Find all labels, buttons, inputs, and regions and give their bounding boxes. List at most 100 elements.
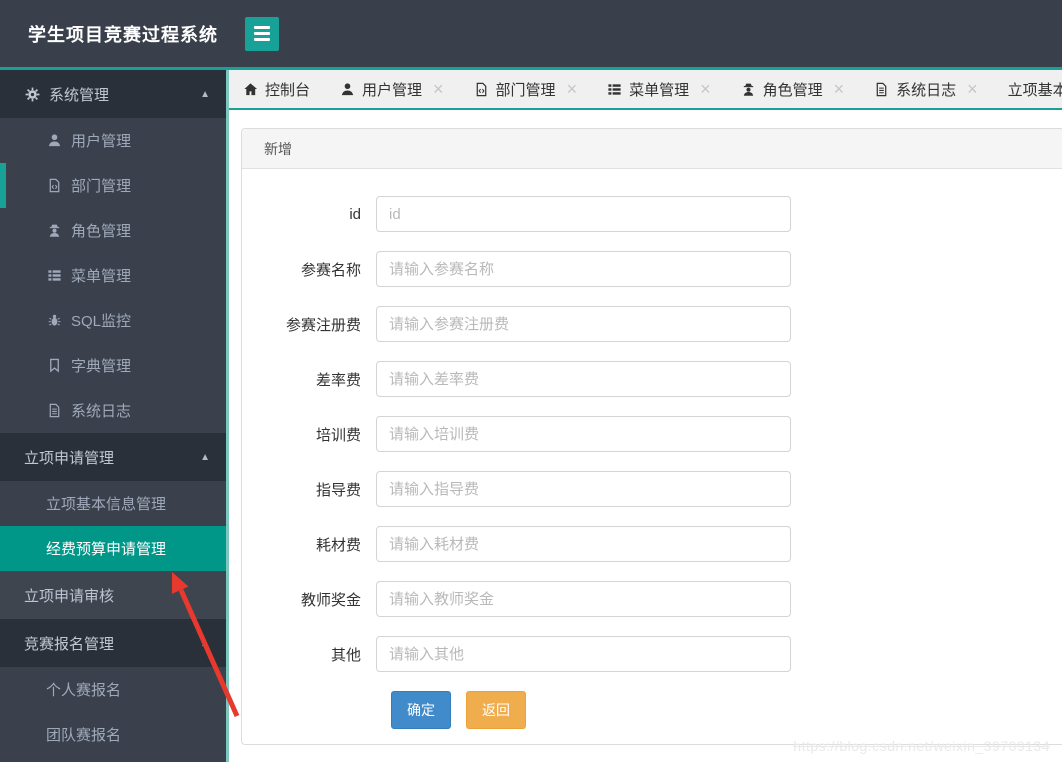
sidebar-item-label: 个人赛报名: [46, 682, 122, 699]
sidebar-item-menu-management[interactable]: 菜单管理: [0, 253, 226, 298]
app-title: 学生项目竞赛过程系统: [28, 24, 218, 45]
content-area: 新增 id 参赛名称 参赛注册费 差率费: [229, 110, 1062, 762]
close-icon[interactable]: ×: [433, 80, 444, 98]
field-label: 参赛名称: [300, 261, 361, 279]
tab-console[interactable]: 控制台: [231, 70, 322, 108]
sidebar-item-label: 部门管理: [71, 178, 132, 195]
chevron-up-icon: ▲: [200, 451, 210, 463]
role-icon: [741, 82, 756, 97]
guidance-fee-field[interactable]: [376, 471, 791, 507]
home-icon: [243, 82, 258, 97]
add-new-form: id 参赛名称 参赛注册费 差率费: [242, 169, 1062, 744]
file-text-icon: [46, 403, 62, 419]
sidebar-item-system-log[interactable]: 系统日志: [0, 388, 226, 433]
sidebar-item-label: SQL监控: [71, 313, 132, 330]
form-row-registration-fee: 参赛注册费: [242, 306, 1062, 342]
sidebar-item-label: 经费预算申请管理: [46, 541, 167, 558]
form-row-training-fee: 培训费: [242, 416, 1062, 452]
bookmark-icon: [46, 358, 62, 374]
chevron-up-icon: ▲: [200, 637, 210, 649]
tab-system-log[interactable]: 系统日志 ×: [862, 70, 990, 108]
sidebar-item-project-basic-info[interactable]: 立项基本信息管理: [0, 481, 226, 526]
chevron-up-icon: ▲: [200, 88, 210, 100]
sidebar-item-label: 立项基本信息管理: [46, 496, 167, 513]
sidebar-item-label: 用户管理: [71, 133, 132, 150]
field-label: 参赛注册费: [285, 316, 361, 334]
teacher-bonus-field[interactable]: [376, 581, 791, 617]
field-label: 其他: [330, 646, 361, 664]
form-row-materials-fee: 耗材费: [242, 526, 1062, 562]
file-text-icon: [874, 82, 889, 97]
user-icon: [46, 133, 62, 149]
form-actions: 确定 返回: [242, 691, 1062, 729]
close-icon[interactable]: ×: [967, 80, 978, 98]
sidebar-item-competition-registration-management[interactable]: 竞赛报名管理 ▲: [0, 619, 226, 667]
form-row-teacher-bonus: 教师奖金: [242, 581, 1062, 617]
form-row-competition-name: 参赛名称: [242, 251, 1062, 287]
sidebar-nav: 系统管理 ▲ 用户管理 部门管理 角色管理 菜单管理 SQL监控 字典管理 系统…: [0, 70, 229, 762]
close-icon[interactable]: ×: [567, 80, 578, 98]
form-row-guidance-fee: 指导费: [242, 471, 1062, 507]
field-label: id: [349, 205, 361, 223]
sidebar-item-system-management[interactable]: 系统管理 ▲: [0, 70, 226, 118]
open-tabs-bar: 控制台 用户管理 × 部门管理 × 菜单管理 × 角色管理 × 系统日志 × 立…: [229, 70, 1062, 110]
file-code-icon: [474, 82, 489, 97]
form-row-id: id: [242, 196, 1062, 232]
user-icon: [340, 82, 355, 97]
confirm-button[interactable]: 确定: [391, 691, 451, 729]
tab-department-management[interactable]: 部门管理 ×: [462, 70, 590, 108]
panel-title: 新增: [242, 129, 1062, 169]
sidebar-item-dictionary-management[interactable]: 字典管理: [0, 343, 226, 388]
sidebar-item-budget-application[interactable]: 经费预算申请管理: [0, 526, 226, 571]
sidebar-item-label: 立项申请审核: [24, 587, 115, 605]
sidebar-item-label: 系统管理: [49, 86, 110, 104]
sidebar-item-label: 系统日志: [71, 403, 132, 420]
tab-role-management[interactable]: 角色管理 ×: [729, 70, 857, 108]
competition-name-field[interactable]: [376, 251, 791, 287]
bug-icon: [46, 313, 62, 329]
gear-icon: [24, 86, 40, 102]
top-header-bar: 学生项目竞赛过程系统: [0, 0, 1062, 67]
sidebar-toggle-button[interactable]: [245, 16, 279, 51]
field-label: 培训费: [315, 426, 361, 444]
sidebar-item-individual-registration[interactable]: 个人赛报名: [0, 667, 226, 712]
close-icon[interactable]: ×: [834, 80, 845, 98]
tab-menu-management[interactable]: 菜单管理 ×: [595, 70, 723, 108]
sidebar-item-label: 角色管理: [71, 223, 132, 240]
file-code-icon: [46, 178, 62, 194]
id-field[interactable]: [376, 196, 791, 232]
add-new-panel: 新增 id 参赛名称 参赛注册费 差率费: [241, 128, 1062, 745]
watermark-text: https://blog.csdn.net/weixin_39709134: [793, 738, 1050, 754]
sidebar-item-label: 立项申请管理: [24, 449, 115, 467]
materials-fee-field[interactable]: [376, 526, 791, 562]
field-label: 差率费: [315, 371, 361, 389]
sidebar-item-label: 竞赛报名管理: [24, 635, 115, 653]
field-label: 耗材费: [315, 536, 361, 554]
sidebar-item-project-application-review[interactable]: 立项申请审核: [0, 571, 226, 619]
tab-user-management[interactable]: 用户管理 ×: [328, 70, 456, 108]
sidebar-item-user-management[interactable]: 用户管理: [0, 118, 226, 163]
sidebar-item-role-management[interactable]: 角色管理: [0, 208, 226, 253]
tab-project-basic-info[interactable]: 立项基本信息管理: [996, 70, 1062, 108]
form-row-travel-fee: 差率费: [242, 361, 1062, 397]
back-button[interactable]: 返回: [466, 691, 526, 729]
field-label: 教师奖金: [300, 591, 361, 609]
training-fee-field[interactable]: [376, 416, 791, 452]
role-icon: [46, 223, 62, 239]
sidebar-item-sql-monitor[interactable]: SQL监控: [0, 298, 226, 343]
form-row-other: 其他: [242, 636, 1062, 672]
sidebar-item-label: 菜单管理: [71, 268, 132, 285]
sidebar-item-team-registration[interactable]: 团队赛报名: [0, 712, 226, 757]
other-field[interactable]: [376, 636, 791, 672]
hamburger-icon: [254, 26, 270, 29]
sidebar-item-department-management[interactable]: 部门管理: [0, 163, 226, 208]
close-icon[interactable]: ×: [700, 80, 711, 98]
field-label: 指导费: [315, 481, 361, 499]
registration-fee-field[interactable]: [376, 306, 791, 342]
sidebar-item-label: 字典管理: [71, 358, 132, 375]
sidebar-item-project-application-management[interactable]: 立项申请管理 ▲: [0, 433, 226, 481]
list-icon: [46, 268, 62, 284]
sidebar-item-label: 团队赛报名: [46, 727, 122, 744]
travel-fee-field[interactable]: [376, 361, 791, 397]
list-icon: [607, 82, 622, 97]
